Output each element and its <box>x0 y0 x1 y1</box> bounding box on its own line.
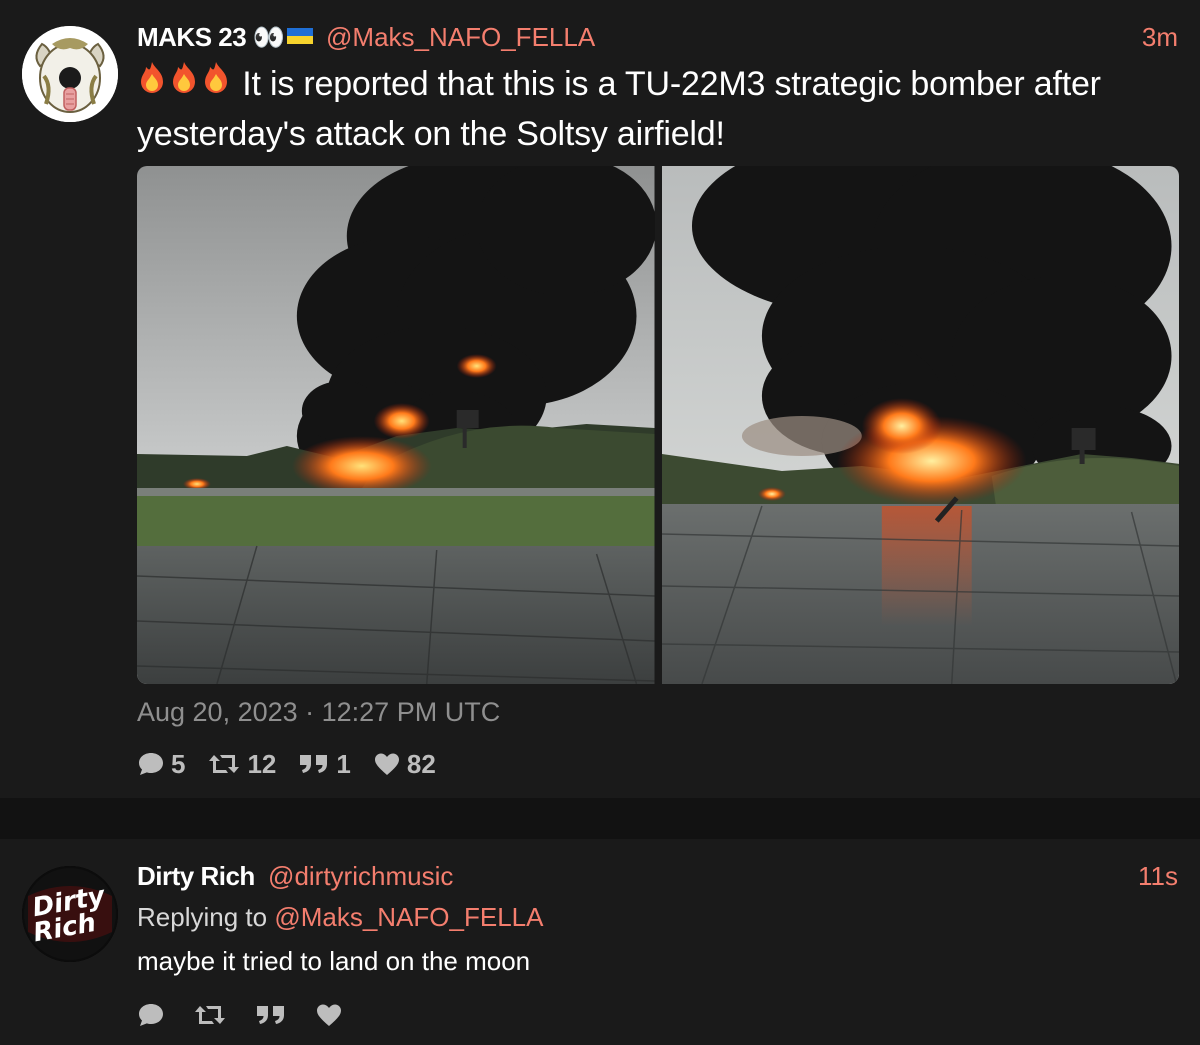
photo-2[interactable] <box>661 166 1179 684</box>
like-button[interactable]: 82 <box>373 749 436 780</box>
display-name[interactable]: MAKS 23 👀 <box>137 22 285 52</box>
timestamp[interactable]: 11s <box>1138 861 1178 892</box>
replying-to: Replying to @Maks_NAFO_FELLA <box>137 902 543 933</box>
tweet-header: Dirty Rich @dirtyrichmusic 11s <box>137 861 1178 895</box>
avatar[interactable] <box>22 26 118 122</box>
avatar[interactable]: Dirty Rich <box>22 866 118 962</box>
reply-count: 5 <box>171 748 186 779</box>
tweet-actions: 5 12 1 82 <box>137 746 458 782</box>
quote-button[interactable] <box>255 1002 293 1028</box>
tweet-body: It is reported that this is a TU-22M3 st… <box>137 65 1101 154</box>
cartoon-dog-avatar-icon <box>22 26 118 122</box>
thread-separator <box>0 798 1200 839</box>
replying-to-handle[interactable]: @Maks_NAFO_FELLA <box>274 902 543 932</box>
quote-count: 1 <box>336 748 351 779</box>
tweet-date[interactable]: Aug 20, 2023 · 12:27 PM UTC <box>137 697 500 728</box>
heart-icon <box>317 1004 341 1026</box>
media-gallery <box>137 166 1179 684</box>
fire-icon <box>137 59 167 107</box>
burning-airfield-photo-icon <box>137 166 655 684</box>
repost-button[interactable] <box>193 1002 233 1028</box>
dirty-rich-logo-icon: Dirty Rich <box>22 866 118 962</box>
timestamp[interactable]: 3m <box>1142 22 1178 53</box>
like-button[interactable] <box>315 1002 349 1028</box>
retweet-icon <box>209 755 240 773</box>
author-handle[interactable]: @dirtyrichmusic <box>268 861 453 891</box>
comment-icon <box>139 753 163 775</box>
comment-icon <box>139 1004 163 1026</box>
reply-button[interactable]: 5 <box>137 749 185 780</box>
replying-to-label: Replying to <box>137 902 268 932</box>
quote-icon <box>257 1006 284 1024</box>
fire-icon <box>169 59 199 107</box>
heart-icon <box>374 753 399 775</box>
reply-button[interactable] <box>137 1002 171 1028</box>
fire-icon <box>201 59 231 107</box>
quote-button[interactable]: 1 <box>298 748 351 780</box>
ukraine-flag-icon <box>286 28 313 45</box>
author-handle[interactable]: @Maks_NAFO_FELLA <box>326 22 595 52</box>
like-count: 82 <box>406 748 436 779</box>
tweet[interactable]: MAKS 23 👀 @Maks_NAFO_FELLA 3m It is repo… <box>0 0 1200 798</box>
quote-icon <box>300 755 328 773</box>
tweet-text: maybe it tried to land on the moon <box>137 946 531 976</box>
photo-1[interactable] <box>137 166 655 684</box>
display-name[interactable]: Dirty Rich <box>137 861 255 891</box>
tweet-actions <box>137 997 371 1033</box>
repost-button[interactable]: 12 <box>207 749 276 780</box>
repost-count: 12 <box>247 748 277 779</box>
burning-airfield-photo-icon <box>661 166 1179 684</box>
retweet-icon <box>195 1006 225 1024</box>
tweet-header: MAKS 23 👀 @Maks_NAFO_FELLA 3m <box>137 22 1178 56</box>
reply-tweet[interactable]: Dirty Rich Dirty Rich @dirtyrichmusic 11… <box>0 839 1200 1045</box>
tweet-text: It is reported that this is a TU-22M3 st… <box>137 60 1187 158</box>
